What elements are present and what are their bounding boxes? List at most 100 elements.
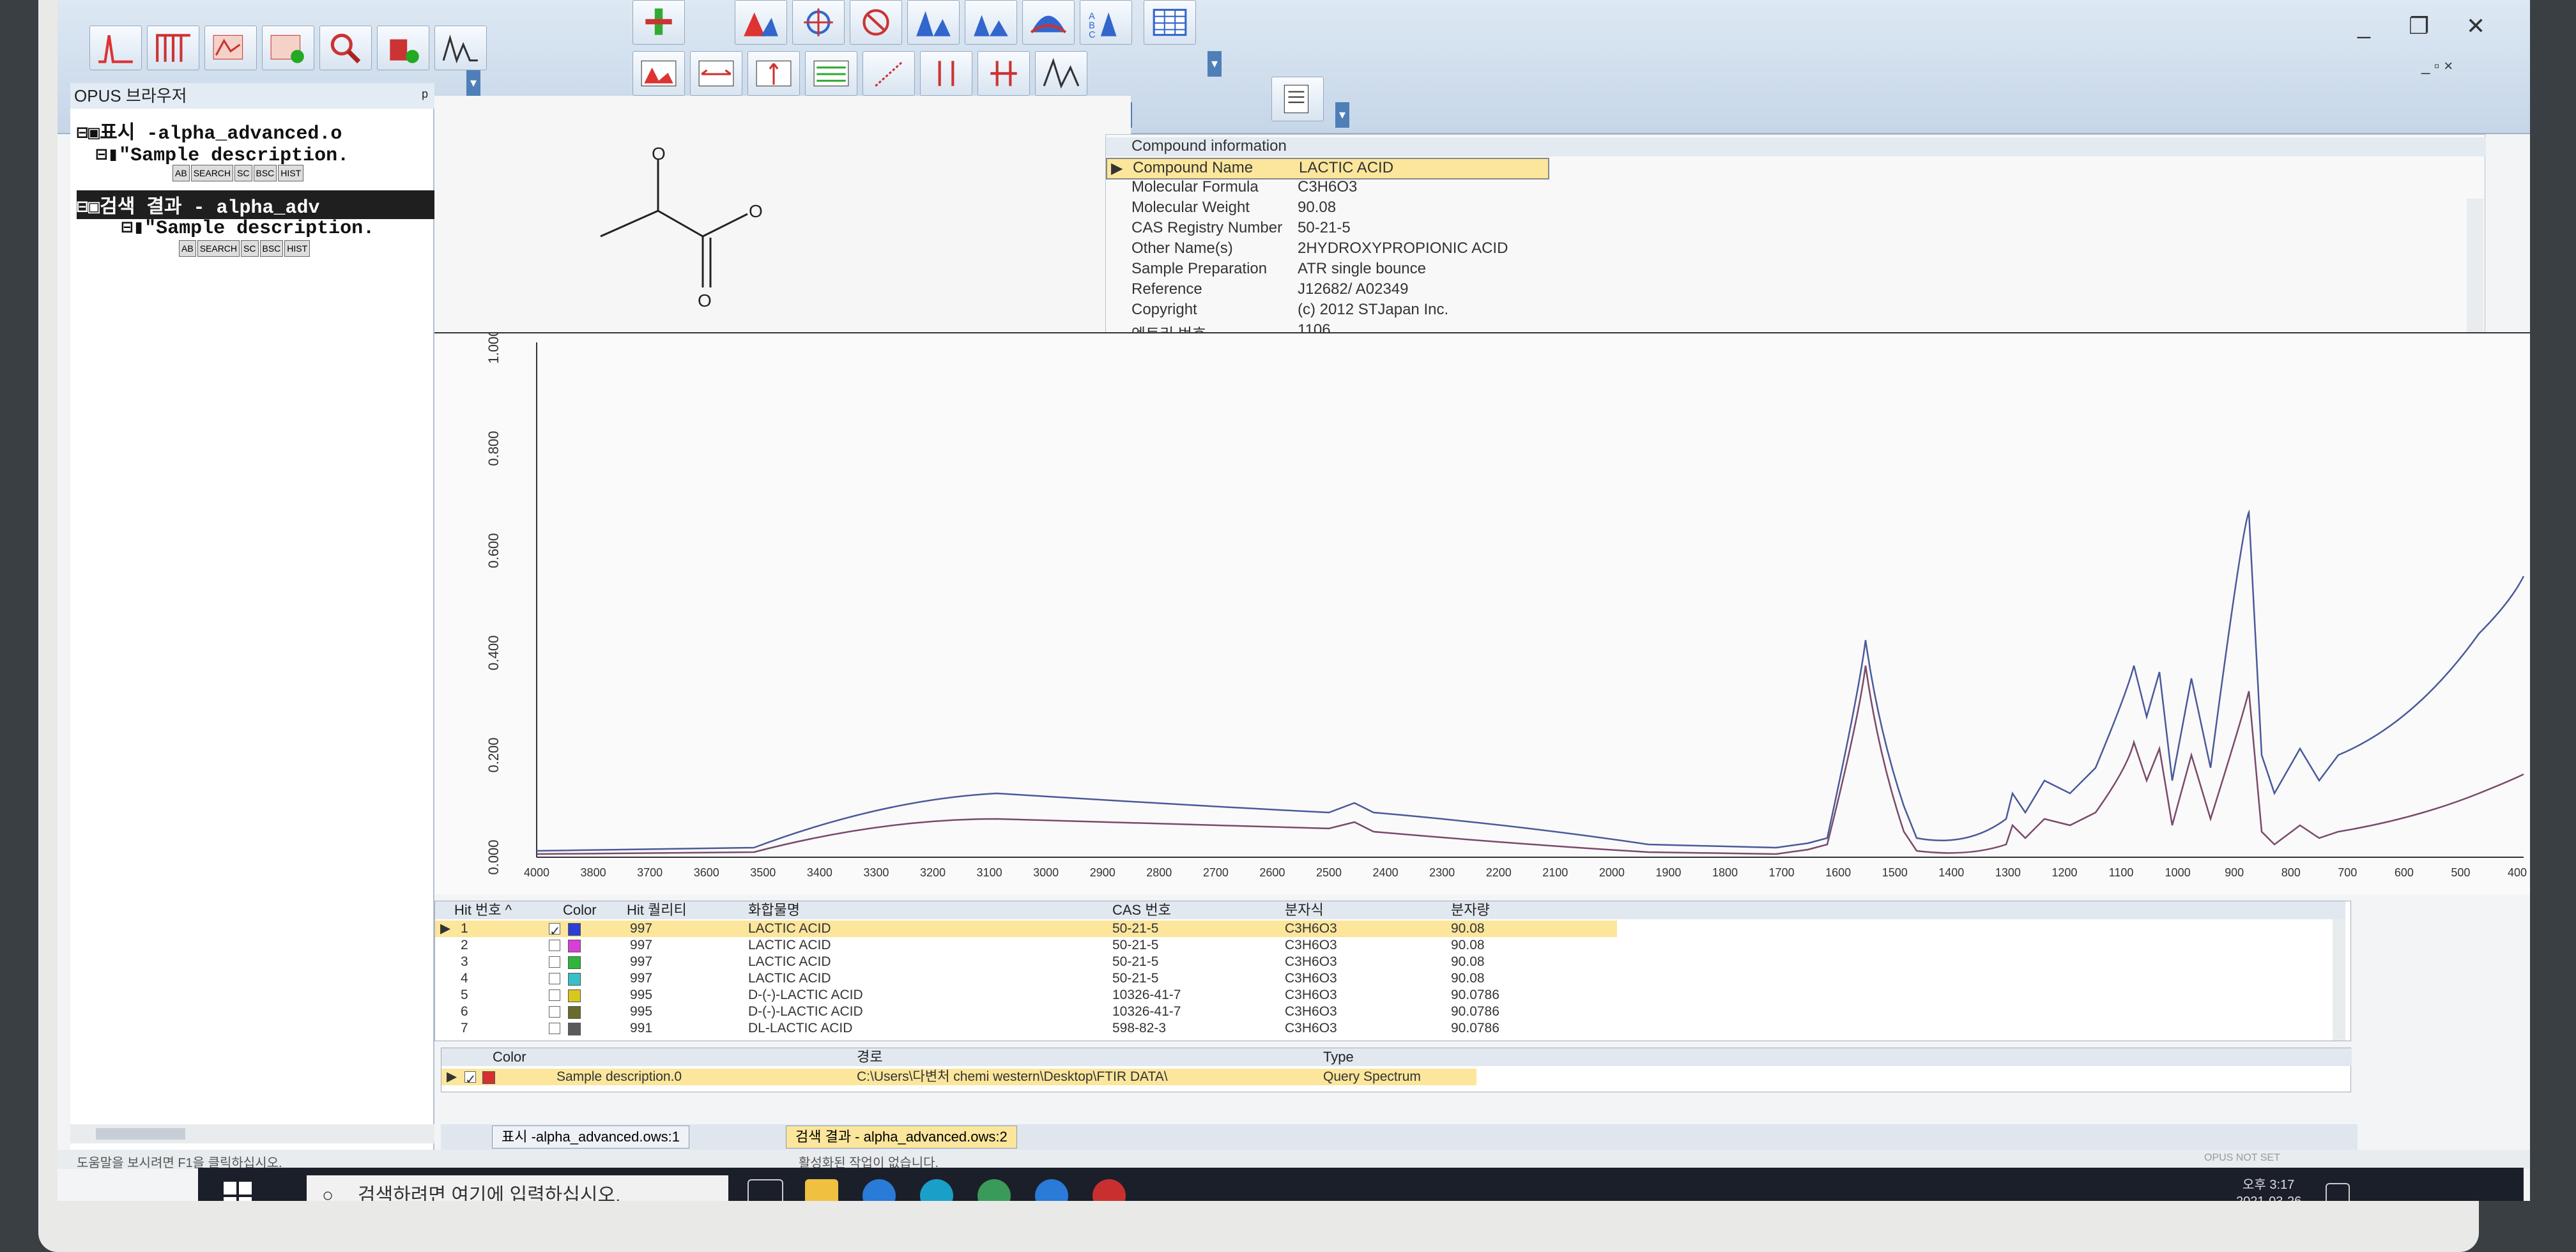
row-checkbox[interactable]: ✓ — [549, 923, 561, 939]
table-icon[interactable] — [1144, 0, 1196, 45]
col-hit-no[interactable]: Hit 번호 ^ — [454, 901, 512, 919]
toolbar-overflow-icon[interactable]: ▾ — [1208, 51, 1222, 77]
query-row[interactable]: ▶ ✓ Sample description.0 C:\Users\다변처 ch… — [441, 1069, 1476, 1087]
app-icon[interactable] — [1092, 1179, 1126, 1201]
scale-x-icon[interactable] — [690, 51, 742, 96]
task-view-icon[interactable] — [747, 1179, 783, 1201]
overlay-icon[interactable] — [805, 51, 857, 96]
opus-icon[interactable] — [977, 1179, 1011, 1201]
tree-item-sample-1[interactable]: ⊟▮"Sample description. — [96, 143, 349, 167]
tab-search-result[interactable]: 검색 결과 - alpha_advanced.ows:2 — [786, 1126, 1017, 1149]
cell-mw: 90.0786 — [1451, 1021, 1499, 1035]
cell-cas: 50-21-5 — [1112, 921, 1159, 936]
table-row[interactable]: ▶ 1 ✓ 997 LACTIC ACID 50-21-5 C3H6O3 90.… — [435, 920, 1617, 939]
edge-legacy-icon[interactable] — [862, 1179, 896, 1201]
x-tick-label: 900 — [2225, 866, 2244, 879]
cell-mw: 90.08 — [1451, 954, 1485, 969]
display-spectrum-icon[interactable] — [632, 51, 685, 96]
col-query-type[interactable]: Type — [1323, 1048, 1354, 1066]
sample-icon[interactable] — [632, 0, 685, 45]
col-formula[interactable]: 분자식 — [1285, 901, 1324, 919]
table-row[interactable]: 5 995 D-(-)-LACTIC ACID 10326-41-7 C3H6O… — [435, 987, 2345, 1004]
tab-display[interactable]: 표시 -alpha_advanced.ows:1 — [492, 1126, 689, 1149]
col-cas[interactable]: CAS 번호 — [1112, 901, 1171, 919]
left-scrollbar-thumb[interactable] — [96, 1128, 185, 1140]
status-bar: 도움말을 보시려면 F1을 클릭하십시오. 활성화된 작업이 없습니다. OPU… — [57, 1150, 2530, 1170]
toolbar-overflow-icon[interactable]: ▾ — [1335, 102, 1349, 128]
scale-y-icon[interactable] — [747, 51, 800, 96]
tree-item-sample-2-buttons[interactable]: AB SEARCH SC BSC HIST — [179, 240, 310, 257]
peak-pick-icon[interactable] — [735, 0, 787, 45]
spectrum-edit-icon[interactable] — [204, 26, 257, 70]
inner-window-controls[interactable]: _ ▫ × — [2421, 57, 2453, 75]
close-button[interactable]: ✕ — [2466, 13, 2485, 40]
taskbar-search-input[interactable]: ○ 검색하려면 여기에 입력하십시오. — [307, 1175, 728, 1201]
table-row[interactable]: 4 997 LACTIC ACID 50-21-5 C3H6O3 90.08 — [435, 970, 2345, 987]
tree-item-display[interactable]: ⊟▣표시 -alpha_advanced.o — [77, 116, 342, 145]
exclude-region-icon[interactable] — [850, 0, 902, 45]
expand-y-icon[interactable] — [920, 51, 972, 96]
table-row[interactable]: 7 991 DL-LACTIC ACID 598-82-3 C3H6O3 90.… — [435, 1020, 2345, 1037]
average-icon[interactable]: ABC — [1080, 0, 1132, 45]
pin-icon[interactable]: ᵖ — [422, 83, 428, 109]
file-explorer-icon[interactable] — [805, 1179, 838, 1201]
toolbar-overflow-icon[interactable]: ▾ — [466, 70, 480, 96]
search-icon: ○ — [322, 1185, 334, 1201]
peak-shape-icon[interactable] — [1035, 51, 1087, 96]
spectrum-view-icon[interactable] — [89, 26, 142, 70]
col-mw[interactable]: 분자량 — [1451, 901, 1490, 919]
row-checkbox[interactable]: ✓ — [464, 1071, 477, 1087]
row-pointer-icon: ▶ — [447, 1069, 457, 1084]
row-checkbox[interactable] — [549, 956, 560, 968]
row-checkbox[interactable] — [549, 973, 560, 984]
report-icon[interactable] — [1271, 77, 1324, 121]
peak-bars-icon[interactable] — [147, 26, 199, 70]
notification-icon[interactable] — [2326, 1183, 2350, 1201]
baseline-icon[interactable] — [907, 0, 960, 45]
row-checkbox[interactable] — [549, 1006, 560, 1018]
library-check-icon[interactable] — [377, 26, 429, 70]
cell-name: LACTIC ACID — [748, 938, 831, 952]
tree-item-sample-2[interactable]: ⊟▮"Sample description. — [121, 216, 374, 240]
hit-table-scrollbar[interactable] — [2333, 919, 2345, 1041]
search-icon[interactable] — [319, 26, 372, 70]
cell-formula: C3H6O3 — [1285, 938, 1337, 952]
table-row[interactable]: 6 995 D-(-)-LACTIC ACID 10326-41-7 C3H6O… — [435, 1004, 2345, 1020]
compound-info-scrollbar[interactable] — [2467, 199, 2483, 339]
x-tick-label: 3800 — [581, 866, 606, 879]
taskbar-date[interactable]: 2021-03-26 — [2236, 1195, 2301, 1201]
left-scrollbar[interactable] — [70, 1124, 434, 1143]
taskbar-time[interactable]: 오후 3:17 — [2242, 1174, 2294, 1193]
x-tick-label: 1400 — [1938, 866, 1964, 879]
col-color[interactable]: Color — [563, 901, 597, 919]
col-hit-quality[interactable]: Hit 퀄리티 — [627, 901, 687, 919]
tree-item-search-result[interactable]: ⊟▣검색 결과 - alpha_adv — [77, 190, 434, 219]
subtract-icon[interactable] — [1022, 0, 1075, 45]
row-checkbox[interactable] — [549, 940, 560, 951]
restore-button[interactable]: ❐ — [2409, 13, 2429, 40]
edge-icon[interactable] — [920, 1179, 953, 1201]
tree-item-sample-1-buttons[interactable]: AB SEARCH SC BSC HIST — [172, 165, 304, 181]
windows-start-icon[interactable] — [224, 1182, 252, 1201]
zoom-fit-icon[interactable] — [792, 0, 845, 45]
smooth-icon[interactable] — [965, 0, 1017, 45]
internet-explorer-icon[interactable] — [1035, 1179, 1068, 1201]
col-query-color[interactable]: Color — [493, 1048, 526, 1066]
row-checkbox[interactable] — [549, 989, 560, 1001]
compress-y-icon[interactable] — [977, 51, 1030, 96]
compound-info-row[interactable]: ▶ Compound Name LACTIC ACID — [1106, 158, 1549, 179]
color-swatch — [568, 973, 581, 986]
cell-n: 4 — [461, 971, 468, 986]
table-row[interactable]: 2 997 LACTIC ACID 50-21-5 C3H6O3 90.08 — [435, 937, 2345, 954]
cell-mw: 90.0786 — [1451, 1004, 1499, 1019]
peak-list-icon[interactable] — [434, 26, 487, 70]
cell-cas: 50-21-5 — [1112, 938, 1159, 952]
spectrum-svg[interactable]: 0.000 0.200 0.400 0.600 0.800 1.000 4000 3800 3… — [434, 328, 2530, 896]
minimize-button[interactable]: _ — [2358, 13, 2370, 40]
crosshair-icon[interactable] — [862, 51, 915, 96]
col-query-path[interactable]: 경로 — [857, 1048, 882, 1066]
col-compound-name[interactable]: 화합물명 — [748, 901, 800, 919]
row-checkbox[interactable] — [549, 1023, 560, 1034]
table-row[interactable]: 3 997 LACTIC ACID 50-21-5 C3H6O3 90.08 — [435, 954, 2345, 970]
spectrum-check-icon[interactable] — [262, 26, 314, 70]
